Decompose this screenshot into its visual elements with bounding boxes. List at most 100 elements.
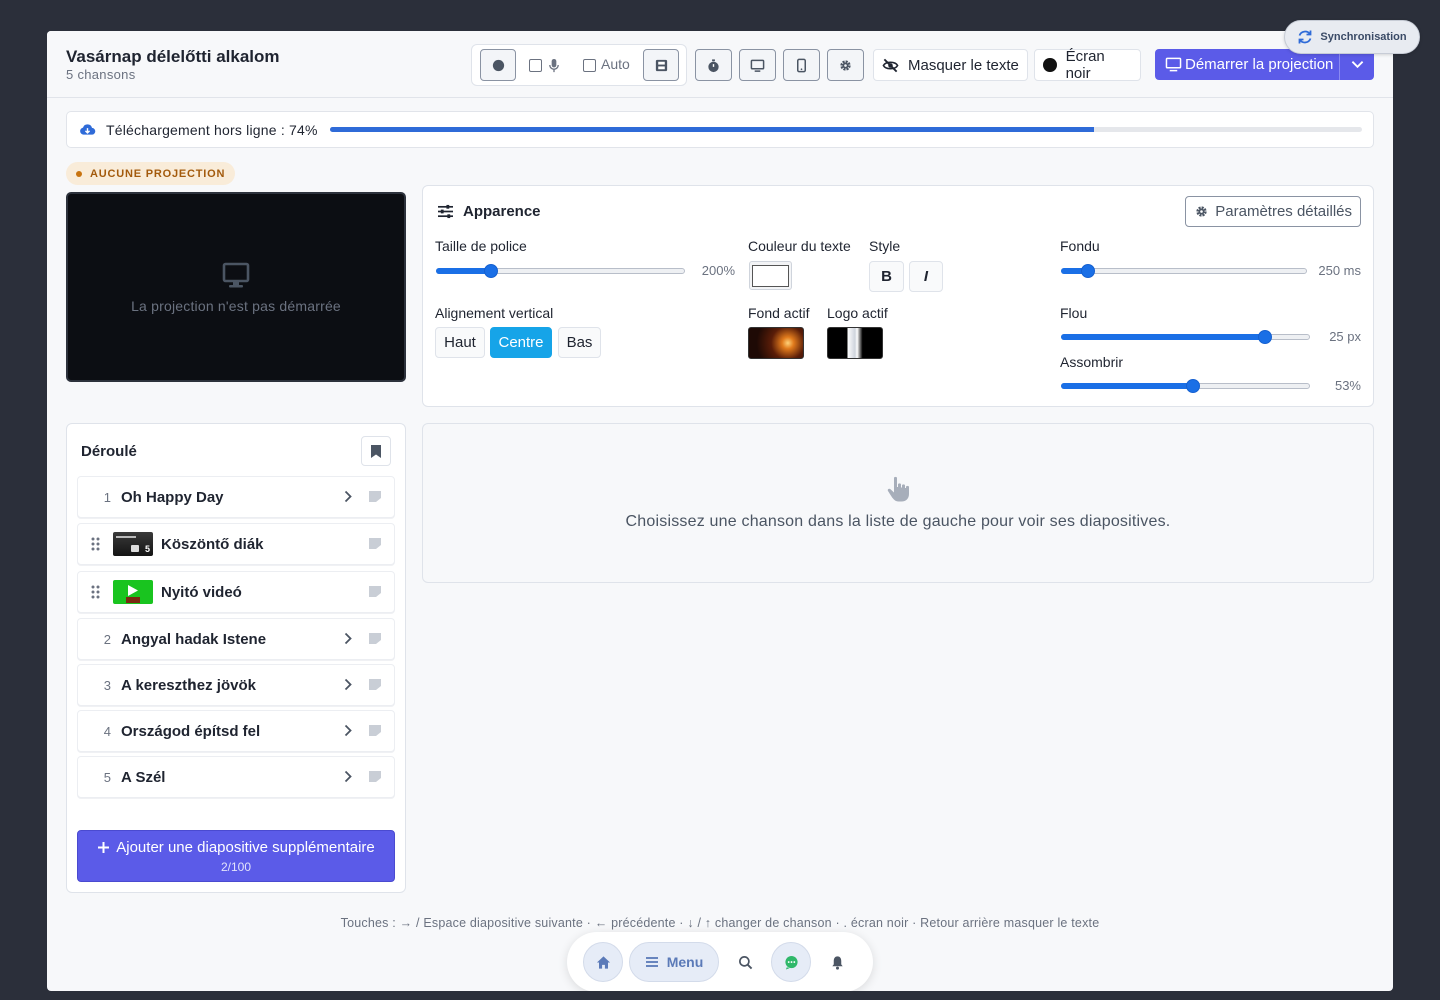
notifications-button[interactable] <box>817 942 857 982</box>
runlist-item[interactable]: 4 Országod építsd fel <box>77 710 395 752</box>
item-name: Angyal hadak Istene <box>121 630 267 648</box>
align-top-button[interactable]: Haut <box>435 327 485 358</box>
chat-button[interactable] <box>771 942 811 982</box>
detailed-settings-button[interactable]: Paramètres détaillés <box>1185 196 1361 227</box>
slider-fill <box>1061 334 1266 340</box>
chevron-right-icon[interactable] <box>344 724 352 737</box>
search-button[interactable] <box>725 942 765 982</box>
font-size-slider[interactable] <box>436 263 685 279</box>
runlist-item[interactable]: 5 Köszöntő diák <box>77 523 395 565</box>
logo-thumbnail[interactable] <box>827 327 883 359</box>
runlist-item[interactable]: 5 A Szél <box>77 756 395 798</box>
style-label: Style <box>869 238 901 254</box>
text-color-picker[interactable] <box>749 261 792 290</box>
play-icon <box>128 585 138 596</box>
slider-handle[interactable] <box>1185 379 1200 393</box>
desktop-view-button[interactable] <box>739 49 776 81</box>
drag-handle-icon[interactable] <box>78 537 113 551</box>
slider-fill <box>1061 383 1193 389</box>
bookmark-icon <box>371 444 381 458</box>
monitor-icon <box>1165 57 1182 72</box>
sliders-icon <box>438 204 453 219</box>
slider-fill <box>436 268 491 274</box>
gear-icon <box>1196 206 1207 217</box>
menu-label: Menu <box>666 954 704 970</box>
item-number: 2 <box>103 631 111 647</box>
sync-label: Synchronisation <box>1320 31 1407 43</box>
font-size-label: Taille de police <box>435 238 527 254</box>
download-progress-fill <box>330 127 1094 132</box>
record-button[interactable] <box>480 49 516 81</box>
item-name: A Szél <box>121 768 166 786</box>
film-button[interactable] <box>643 49 679 81</box>
black-screen-button[interactable]: Écran noir <box>1034 48 1141 82</box>
settings-button[interactable] <box>827 49 864 81</box>
slider-handle[interactable] <box>1081 264 1096 278</box>
drag-handle-icon[interactable] <box>78 585 113 599</box>
chevron-right-icon[interactable] <box>344 770 352 783</box>
chevron-right-icon[interactable] <box>344 678 352 691</box>
black-screen-label: Écran noir <box>1065 48 1105 82</box>
note-icon[interactable] <box>368 490 382 503</box>
mic-checkbox[interactable] <box>529 59 542 72</box>
runlist-item[interactable]: 2 Angyal hadak Istene <box>77 618 395 660</box>
darken-label: Assombrir <box>1060 354 1124 370</box>
darken-slider[interactable] <box>1061 378 1310 394</box>
microphone-icon <box>549 58 559 73</box>
blur-slider[interactable] <box>1061 329 1310 345</box>
italic-button[interactable]: I <box>909 261 943 292</box>
align-bottom-button[interactable]: Bas <box>558 327 601 358</box>
item-name: Nyitó videó <box>161 583 242 601</box>
chevron-right-icon[interactable] <box>344 490 352 503</box>
auto-label: Auto <box>601 56 630 72</box>
note-icon[interactable] <box>368 678 382 691</box>
blur-value: 25 px <box>1329 329 1361 344</box>
add-slide-button[interactable]: Ajouter une diapositive supplémentaire 2… <box>77 830 395 882</box>
timer-button[interactable] <box>695 49 732 81</box>
appearance-header: Apparence <box>437 203 541 220</box>
font-size-value: 200% <box>701 263 735 278</box>
fade-slider[interactable] <box>1061 263 1307 279</box>
note-icon[interactable] <box>368 724 382 737</box>
note-icon[interactable] <box>368 770 382 783</box>
background-label: Fond actif <box>748 305 810 321</box>
note-icon[interactable] <box>368 585 382 598</box>
keyboard-shortcuts: Touches : → / Espace diapositive suivant… <box>340 916 1100 930</box>
live-controls-group: Auto <box>471 44 687 86</box>
monitor-icon <box>222 262 250 288</box>
slider-handle[interactable] <box>1258 330 1273 344</box>
refresh-icon <box>1299 30 1312 44</box>
runlist-item[interactable]: Nyitó videó <box>77 571 395 613</box>
chevron-down-icon <box>1351 61 1363 69</box>
sync-button[interactable]: Synchronisation <box>1284 20 1420 54</box>
menu-button[interactable]: Menu <box>629 942 719 982</box>
runlist-item[interactable]: 1 Oh Happy Day <box>77 476 395 518</box>
detailed-settings-label: Paramètres détaillés <box>1215 203 1352 220</box>
chat-icon <box>784 955 798 970</box>
align-center-button[interactable]: Centre <box>490 327 552 358</box>
mobile-view-button[interactable] <box>783 49 820 81</box>
hamburger-icon <box>645 957 658 967</box>
plus-icon <box>98 841 110 853</box>
bookmark-button[interactable] <box>361 436 391 466</box>
slides-empty-message: Choisissez une chanson dans la liste de … <box>625 513 1171 530</box>
chevron-right-icon[interactable] <box>344 632 352 645</box>
auto-checkbox[interactable] <box>583 59 596 72</box>
video-thumbnail <box>113 580 153 604</box>
song-count: 5 chansons <box>66 67 136 82</box>
bold-button[interactable]: B <box>869 261 904 292</box>
text-color-label: Couleur du texte <box>748 238 851 254</box>
background-thumbnail[interactable] <box>748 327 804 359</box>
page-title: Vasárnap délelőtti alkalom <box>66 47 280 66</box>
slides-panel: Choisissez une chanson dans la liste de … <box>422 423 1374 583</box>
gear-icon <box>840 59 851 71</box>
home-button[interactable] <box>583 942 623 982</box>
runlist-item[interactable]: 3 A keresztհez jövök <box>77 664 395 706</box>
download-label: Téléchargement hors ligne : 74% <box>106 121 318 138</box>
app-window: Vasárnap délelőtti alkalom 5 chansons Au… <box>47 31 1393 991</box>
note-icon[interactable] <box>368 537 382 550</box>
eye-slash-icon <box>882 58 899 72</box>
slider-handle[interactable] <box>483 264 498 278</box>
hide-text-button[interactable]: Masquer le texte <box>873 49 1028 81</box>
note-icon[interactable] <box>368 632 382 645</box>
